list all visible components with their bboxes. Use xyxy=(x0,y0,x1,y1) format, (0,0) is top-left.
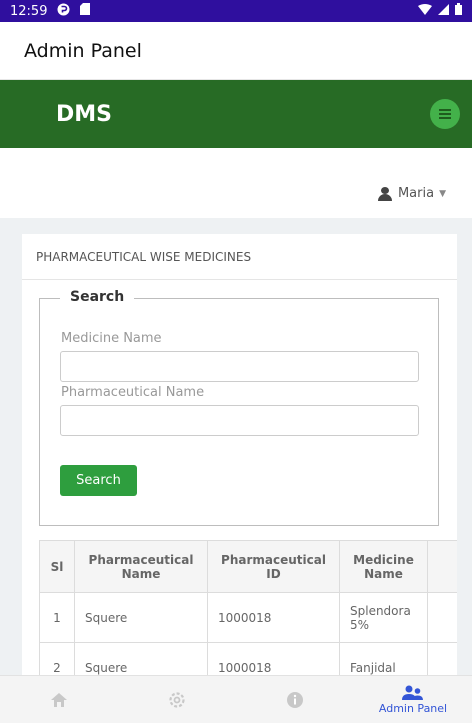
cell-sl: 1 xyxy=(39,592,75,643)
hamburger-line xyxy=(439,117,451,119)
nav-admin-panel[interactable]: Admin Panel xyxy=(354,676,472,723)
cell-medicine-name: Splendora 5% xyxy=(339,592,428,643)
search-legend: Search xyxy=(60,289,135,305)
status-bar: 12:59 xyxy=(0,0,472,22)
status-time: 12:59 xyxy=(10,3,48,19)
hamburger-line xyxy=(439,113,451,115)
user-menu[interactable]: Maria ▼ xyxy=(377,186,446,201)
header-pharmaceutical-id: Pharmaceutical ID xyxy=(207,540,340,593)
cell-pharmaceutical-id: 1000018 xyxy=(207,592,340,643)
bottom-nav: Admin Panel xyxy=(0,675,472,723)
nav-admin-panel-label: Admin Panel xyxy=(378,701,448,715)
app-bar-title: Admin Panel xyxy=(24,39,142,62)
caret-down-icon: ▼ xyxy=(439,188,446,199)
medicines-table: Sl Pharmaceutical Name Pharmaceutical ID… xyxy=(39,540,457,693)
content-area: PHARMACEUTICAL WISE MEDICINES Search Med… xyxy=(0,218,472,694)
app-notification-icon xyxy=(57,3,70,20)
brand-title[interactable]: DMS xyxy=(56,102,112,127)
search-fieldset: Search Medicine Name Pharmaceutical Name… xyxy=(39,289,439,526)
users-icon xyxy=(402,685,423,700)
header-sl: Sl xyxy=(39,540,75,593)
medicine-name-label: Medicine Name xyxy=(61,331,162,346)
signal-icon xyxy=(438,3,449,19)
panel-heading: PHARMACEUTICAL WISE MEDICINES xyxy=(22,234,457,280)
header-pharmaceutical-name: Pharmaceutical Name xyxy=(74,540,208,593)
user-icon xyxy=(377,186,393,201)
medicines-panel: PHARMACEUTICAL WISE MEDICINES Search Med… xyxy=(22,234,457,694)
table-header-row: Sl Pharmaceutical Name Pharmaceutical ID… xyxy=(39,540,457,593)
user-name: Maria xyxy=(397,186,435,201)
nav-info[interactable] xyxy=(236,676,354,723)
cell-pharmaceutical-name: Squere xyxy=(74,592,208,643)
hamburger-icon xyxy=(439,109,451,111)
user-row: Maria ▼ xyxy=(0,148,472,218)
sd-card-icon xyxy=(80,3,91,19)
battery-icon xyxy=(455,3,462,19)
header-extra xyxy=(427,540,457,593)
medicine-name-input[interactable] xyxy=(60,351,419,382)
menu-toggle-button[interactable] xyxy=(430,99,460,129)
info-icon xyxy=(287,691,303,708)
brand-header: DMS xyxy=(0,80,472,148)
cell-extra xyxy=(427,592,457,643)
nav-settings[interactable] xyxy=(118,676,236,723)
nav-home[interactable] xyxy=(0,676,118,723)
pharmaceutical-name-label: Pharmaceutical Name xyxy=(61,385,205,400)
search-button[interactable]: Search xyxy=(60,465,137,496)
table-row: 1 Squere 1000018 Splendora 5% xyxy=(39,592,457,643)
header-medicine-name: Medicine Name xyxy=(339,540,428,593)
pharmaceutical-name-input[interactable] xyxy=(60,405,419,436)
wifi-icon xyxy=(418,3,432,19)
app-bar: Admin Panel xyxy=(0,22,472,80)
home-icon xyxy=(51,692,67,707)
settings-icon xyxy=(169,691,185,708)
